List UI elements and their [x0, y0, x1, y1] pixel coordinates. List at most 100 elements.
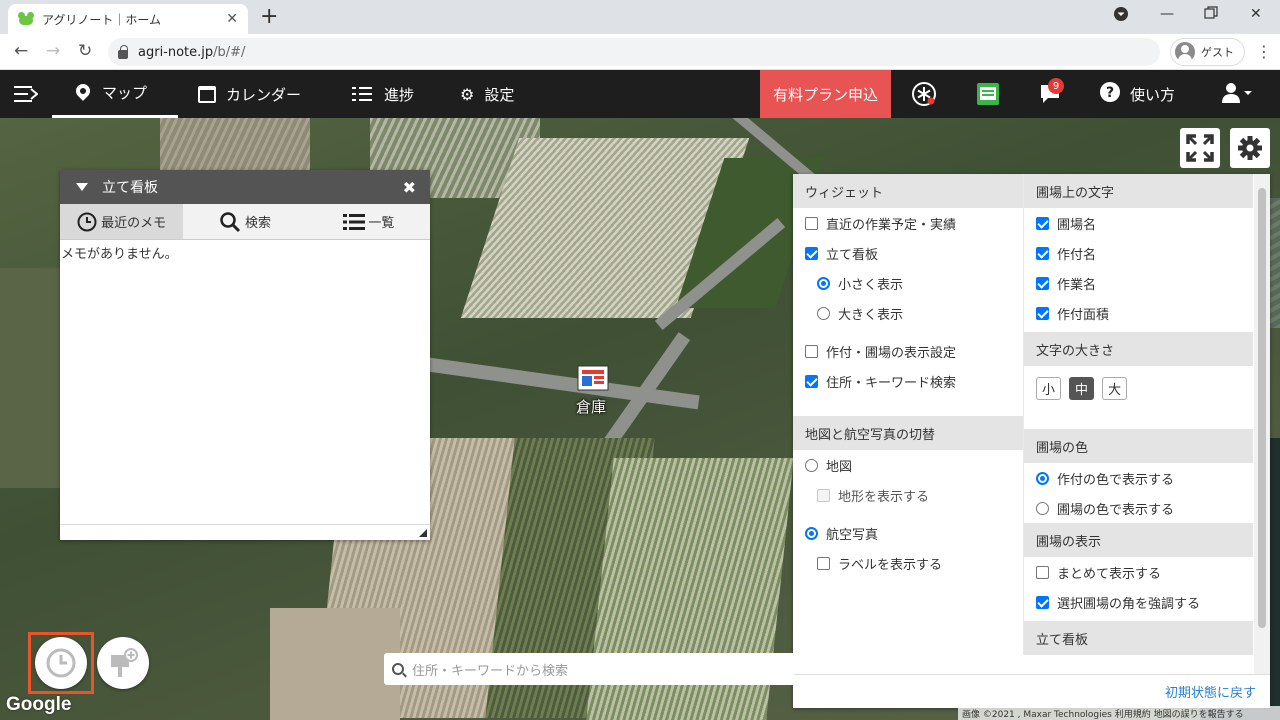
option-label: 大きく表示 — [838, 307, 904, 323]
checkbox[interactable] — [817, 488, 830, 502]
map-attribution[interactable]: 画像 ©2021 , Maxar Technologies 利用規約 地図の誤り… — [958, 706, 1280, 720]
tab-recent-memos[interactable]: 最近のメモ — [60, 204, 184, 239]
widget-crop-field-display[interactable]: 作付・圃場の表示設定 — [793, 336, 1023, 366]
checklist-icon — [352, 86, 372, 102]
radio[interactable] — [817, 306, 830, 320]
empty-memo-message: メモがありません。 — [61, 247, 178, 262]
radio[interactable] — [817, 276, 830, 290]
nav-progress-label: 進捗 — [384, 85, 415, 104]
forward-icon[interactable]: → — [46, 41, 60, 61]
green-book-icon[interactable] — [976, 82, 1000, 110]
new-tab-icon[interactable]: + — [260, 5, 278, 29]
widget-address-search[interactable]: 住所・キーワード検索 — [793, 366, 1023, 396]
field-text-crop-area[interactable]: 作付面積 — [1024, 298, 1253, 328]
field-text-task-name[interactable]: 作業名 — [1024, 268, 1253, 298]
browser-menu-icon[interactable]: ⋮ — [1256, 42, 1272, 62]
checkbox[interactable] — [817, 556, 830, 570]
checkbox[interactable] — [1036, 276, 1049, 290]
fullscreen-button[interactable] — [1180, 128, 1220, 168]
reset-defaults-link[interactable]: 初期状態に戻す — [793, 674, 1270, 708]
nav-map-label: マップ — [102, 84, 148, 102]
nav-calendar-label: カレンダー — [226, 85, 302, 104]
minimize-icon[interactable]: — — [1160, 6, 1174, 22]
checkbox[interactable] — [1036, 246, 1049, 260]
option-label: 作付・圃場の表示設定 — [826, 345, 957, 361]
menu-toggle-icon[interactable] — [14, 83, 38, 105]
widget-small-display[interactable]: 小さく表示 — [793, 268, 1023, 298]
add-sign-board-button[interactable] — [97, 637, 149, 689]
url-bar[interactable]: agri-note.jp/b/#/ — [108, 38, 1160, 66]
user-menu-icon[interactable] — [1221, 82, 1255, 108]
map-toggle-header: 地図と航空写真の切替 — [793, 416, 1023, 450]
resize-handle[interactable] — [60, 524, 430, 540]
close-icon[interactable]: ✖ — [403, 178, 416, 197]
text-size-small-button[interactable]: 小 — [1036, 377, 1061, 400]
address-search-input[interactable]: 住所・キーワードから検索 — [384, 653, 794, 685]
collapse-caret-icon[interactable] — [76, 183, 88, 191]
tab-search[interactable]: 検索 — [183, 204, 306, 239]
widget-recent-tasks[interactable]: 直近の作業予定・実績 — [793, 208, 1023, 238]
browser-tab[interactable]: アグリノート｜ホーム ✕ — [8, 4, 248, 34]
back-icon[interactable]: ← — [14, 41, 28, 61]
checkbox[interactable] — [1036, 565, 1049, 579]
settings-scrollbar[interactable] — [1254, 174, 1270, 674]
tab-close-icon[interactable]: ✕ — [226, 11, 238, 27]
field-color-by-field[interactable]: 圃場の色で表示する — [1024, 493, 1253, 523]
field-color-by-crop[interactable]: 作付の色で表示する — [1024, 463, 1253, 493]
checkbox[interactable] — [805, 374, 818, 388]
text-size-header: 文字の大きさ — [1024, 332, 1253, 366]
scrollbar-thumb[interactable] — [1258, 188, 1266, 628]
nav-calendar[interactable]: カレンダー — [198, 70, 301, 118]
field-text-crop-name[interactable]: 作付名 — [1024, 238, 1253, 268]
checkbox[interactable] — [805, 216, 818, 230]
field-display-group[interactable]: まとめて表示する — [1024, 557, 1253, 587]
widget-sign-board[interactable]: 立て看板 — [793, 238, 1023, 268]
checkbox[interactable] — [1036, 306, 1049, 320]
map-terrain[interactable]: 地形を表示する — [793, 480, 1023, 510]
sign-board-header[interactable]: 立て看板 ✖ — [60, 170, 430, 204]
nav-help[interactable]: ? 使い方 — [1100, 70, 1175, 118]
restore-icon[interactable] — [1204, 6, 1218, 24]
map-show-labels[interactable]: ラベルを表示する — [793, 548, 1023, 578]
radio[interactable] — [805, 526, 818, 540]
paid-plan-button[interactable]: 有料プラン申込 — [760, 70, 891, 118]
tab-list-label: 一覧 — [368, 216, 395, 231]
option-label: 圃場の色で表示する — [1057, 502, 1175, 518]
map-mode-aerial[interactable]: 航空写真 — [793, 518, 1023, 548]
checkbox[interactable] — [1036, 216, 1049, 230]
nav-settings[interactable]: ⚙ 設定 — [460, 70, 514, 118]
field-display-highlight-corners[interactable]: 選択圃場の角を強調する — [1024, 587, 1253, 617]
nav-progress[interactable]: 進捗 — [352, 70, 414, 118]
nav-map[interactable]: マップ — [52, 70, 178, 118]
nav-help-label: 使い方 — [1130, 85, 1176, 104]
asterisk-badge-icon[interactable] — [911, 81, 937, 111]
option-label: 作付名 — [1057, 247, 1097, 263]
browser-tabstrip: アグリノート｜ホーム ✕ + — ✕ — [0, 0, 1280, 34]
field-text-field-name[interactable]: 圃場名 — [1024, 208, 1253, 238]
map-pin-icon — [76, 84, 90, 102]
radio[interactable] — [1036, 471, 1049, 485]
option-label: 航空写真 — [826, 527, 879, 543]
reload-icon[interactable]: ↻ — [78, 41, 92, 61]
sign-board-tabs: 最近のメモ 検索 一覧 — [60, 204, 430, 240]
warehouse-marker-icon[interactable] — [574, 362, 612, 394]
downloads-icon[interactable] — [1113, 6, 1129, 26]
map-settings-button[interactable] — [1230, 128, 1270, 168]
text-size-medium-button[interactable]: 中 — [1069, 377, 1094, 400]
map-mode-map[interactable]: 地図 — [793, 450, 1023, 480]
tab-list[interactable]: 一覧 — [307, 204, 430, 239]
checkbox[interactable] — [805, 246, 818, 260]
avatar-icon — [1175, 42, 1195, 62]
radio[interactable] — [805, 458, 818, 472]
window-close-icon[interactable]: ✕ — [1250, 6, 1262, 22]
sign-board-panel: 立て看板 ✖ 最近のメモ 検索 一覧 メモがありません。 — [60, 170, 430, 540]
radio[interactable] — [1036, 501, 1049, 515]
option-label: 圃場名 — [1057, 217, 1097, 233]
lock-icon — [118, 44, 128, 59]
checkbox[interactable] — [805, 344, 818, 358]
text-size-large-button[interactable]: 大 — [1102, 377, 1127, 400]
recent-tasks-button[interactable] — [35, 637, 87, 689]
checkbox[interactable] — [1036, 595, 1049, 609]
widget-large-display[interactable]: 大きく表示 — [793, 298, 1023, 328]
profile-button[interactable]: ゲスト — [1170, 38, 1245, 66]
